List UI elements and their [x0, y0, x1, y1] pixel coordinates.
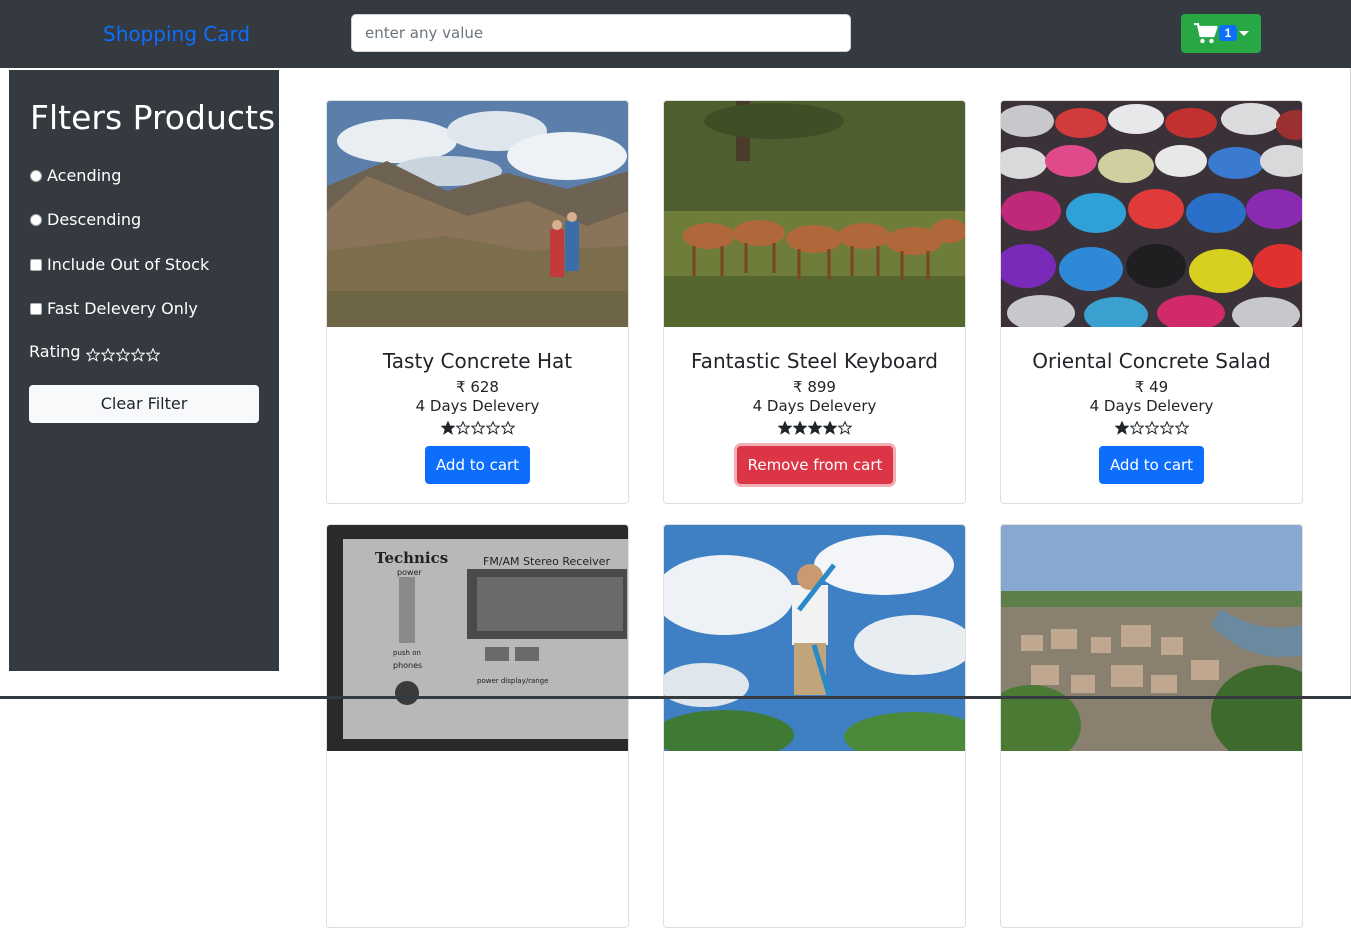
- product-rating-stars: [1001, 419, 1302, 437]
- product-image: [664, 525, 965, 751]
- stereo-receiver-photo: Technics FM/AM Stereo Receiver power pus…: [327, 525, 628, 751]
- product-delivery: 4 Days Delevery: [415, 397, 540, 415]
- product-title: Fantastic Steel Keyboard: [691, 349, 938, 373]
- include-out-of-stock-checkbox[interactable]: [30, 259, 42, 271]
- brand-link[interactable]: Shopping Card: [103, 22, 250, 46]
- chevron-down-icon: [1239, 31, 1249, 36]
- clear-filter-button[interactable]: Clear Filter: [29, 385, 259, 423]
- sort-ascending-label: Acending: [47, 166, 122, 185]
- top-navbar: Shopping Card 1: [0, 0, 1351, 68]
- product-delivery: 4 Days Delevery: [1089, 397, 1214, 415]
- remove-from-cart-button[interactable]: Remove from cart: [737, 446, 893, 484]
- product-card: [1000, 524, 1303, 928]
- shopping-cart-icon: [1194, 22, 1218, 50]
- sort-ascending-radio[interactable]: [30, 170, 42, 182]
- sidebar-title: Flters Products: [30, 98, 276, 137]
- product-card: [663, 524, 966, 928]
- impala-herd-photo: [664, 101, 965, 327]
- fast-delivery-label: Fast Delevery Only: [47, 299, 198, 318]
- product-price: ₹ 628: [456, 378, 499, 396]
- star-empty-icon: [1174, 420, 1189, 435]
- star-empty-icon[interactable]: [100, 347, 115, 362]
- filters-sidebar: Flters Products Acending Descending Incl…: [9, 70, 279, 671]
- product-title: Oriental Concrete Salad: [1032, 349, 1271, 373]
- star-empty-icon: [485, 420, 500, 435]
- product-delivery: 4 Days Delevery: [752, 397, 877, 415]
- sort-descending-label: Descending: [47, 210, 142, 229]
- star-empty-icon: [470, 420, 485, 435]
- star-empty-icon[interactable]: [85, 347, 100, 362]
- star-empty-icon: [455, 420, 470, 435]
- include-out-of-stock-label: Include Out of Stock: [47, 255, 210, 274]
- add-to-cart-button[interactable]: Add to cart: [1099, 446, 1204, 484]
- star-empty-icon: [837, 420, 852, 435]
- star-empty-icon: [1144, 420, 1159, 435]
- star-filled-icon: [807, 420, 822, 435]
- product-image: [664, 101, 965, 327]
- add-to-cart-button[interactable]: Add to cart: [425, 446, 530, 484]
- star-empty-icon: [500, 420, 515, 435]
- product-rating-stars: [664, 419, 965, 437]
- star-filled-icon: [440, 420, 455, 435]
- receiver-power-label: power: [397, 568, 422, 577]
- city-river-aerial-photo: [1001, 525, 1302, 751]
- product-image: [1001, 101, 1302, 327]
- product-price: ₹ 899: [793, 378, 836, 396]
- product-card: Tasty Concrete Hat ₹ 628 4 Days Delevery…: [326, 100, 629, 504]
- rating-label: Rating: [29, 342, 81, 361]
- star-empty-icon[interactable]: [130, 347, 145, 362]
- receiver-phones-label: phones: [393, 661, 422, 670]
- cart-dropdown-button[interactable]: 1: [1181, 14, 1261, 53]
- star-filled-icon: [1114, 420, 1129, 435]
- cart-count-badge: 1: [1219, 25, 1237, 41]
- receiver-model: FM/AM Stereo Receiver: [483, 555, 610, 568]
- product-rating-stars: [327, 419, 628, 437]
- star-empty-icon: [1129, 420, 1144, 435]
- star-empty-icon[interactable]: [115, 347, 130, 362]
- product-title: Tasty Concrete Hat: [382, 349, 573, 373]
- product-card: Oriental Concrete Salad ₹ 49 4 Days Dele…: [1000, 100, 1303, 504]
- product-image: [327, 101, 628, 327]
- rating-filter-stars[interactable]: [85, 344, 160, 363]
- star-empty-icon[interactable]: [145, 347, 160, 362]
- boy-scooter-photo: [664, 525, 965, 751]
- product-image: [1001, 525, 1302, 751]
- product-card: Technics FM/AM Stereo Receiver power pus…: [326, 524, 629, 928]
- product-card: Fantastic Steel Keyboard ₹ 899 4 Days De…: [663, 100, 966, 504]
- sort-descending-radio[interactable]: [30, 214, 42, 226]
- fast-delivery-checkbox[interactable]: [30, 303, 42, 315]
- star-filled-icon: [777, 420, 792, 435]
- star-filled-icon: [792, 420, 807, 435]
- receiver-brand: Technics: [375, 549, 448, 567]
- search-input[interactable]: [351, 14, 851, 52]
- receiver-push-on-label: push on: [393, 649, 421, 657]
- receiver-display-label: power display/range: [477, 677, 548, 685]
- product-image: Technics FM/AM Stereo Receiver power pus…: [327, 525, 628, 751]
- rating-filter: Rating: [29, 342, 160, 362]
- star-filled-icon: [822, 420, 837, 435]
- sneakers-pile-photo: [1001, 101, 1302, 327]
- mountain-hikers-photo: [327, 101, 628, 327]
- product-price: ₹ 49: [1134, 378, 1169, 396]
- star-empty-icon: [1159, 420, 1174, 435]
